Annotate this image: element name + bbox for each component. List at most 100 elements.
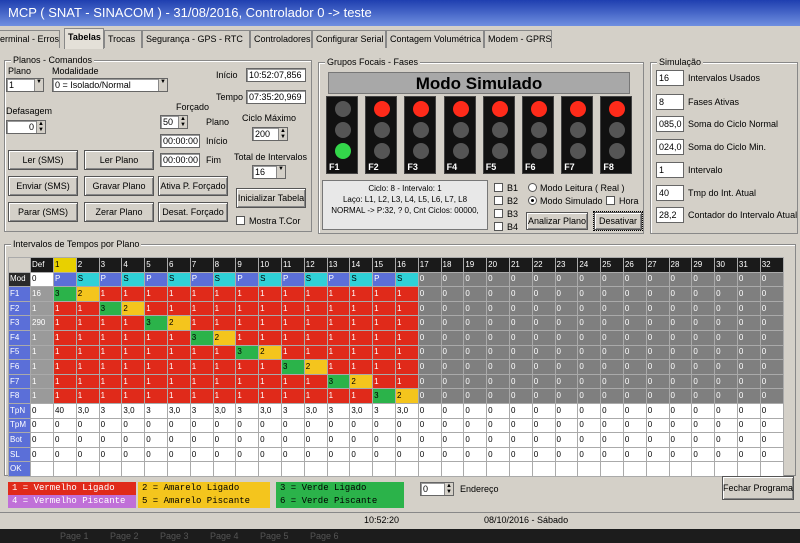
table-cell[interactable]: 0	[303, 432, 328, 448]
table-cell[interactable]: 1	[280, 344, 305, 361]
table-cell[interactable]: 0	[600, 286, 624, 302]
table-cell[interactable]: 0	[759, 446, 784, 463]
table-cell[interactable]: 0	[714, 432, 738, 448]
table-cell[interactable]: 3,0	[303, 402, 328, 419]
table-cell[interactable]: 0	[691, 388, 716, 404]
table-cell[interactable]: 0	[691, 300, 716, 317]
table-cell[interactable]: 0	[622, 388, 647, 404]
table-cell[interactable]: 0	[645, 271, 670, 288]
table-cell[interactable]: 3,0	[258, 402, 282, 419]
table-cell[interactable]: 1	[98, 388, 123, 404]
table-cell[interactable]	[440, 461, 465, 477]
table-cell[interactable]: S	[303, 271, 328, 288]
defasagem-stepper[interactable]: 0 ▲ ▼	[6, 120, 46, 134]
table-cell[interactable]: 1	[144, 373, 168, 390]
table-cell[interactable]: 0	[714, 300, 738, 317]
table-cell[interactable]: 0	[577, 432, 602, 448]
table-cell[interactable]: 0	[600, 344, 624, 361]
table-cell[interactable]: 0	[417, 344, 442, 361]
table-cell[interactable]	[121, 461, 146, 477]
table-cell[interactable]: 0	[531, 432, 556, 448]
page-tab-3[interactable]: Page 3	[160, 531, 189, 541]
page-tab-6[interactable]: Page 6	[310, 531, 339, 541]
table-cell[interactable]: 0	[75, 446, 100, 463]
table-cell[interactable]: 1	[258, 373, 282, 390]
table-row-label[interactable]: Bot	[8, 432, 31, 448]
page-tab-5[interactable]: Page 5	[260, 531, 289, 541]
table-cell[interactable]: 0	[121, 417, 146, 434]
tab-1[interactable]: Tabelas	[64, 28, 104, 49]
total-intervalos-select[interactable]: 16 ▼	[252, 165, 286, 179]
table-cell[interactable]	[166, 461, 191, 477]
table-cell[interactable]: 0	[30, 402, 54, 419]
tempo-field[interactable]: 07:35:20,969	[246, 90, 306, 104]
table-cell[interactable]	[691, 461, 716, 477]
table-cell[interactable]: 0	[30, 271, 54, 288]
table-cell[interactable]: 1	[235, 300, 260, 317]
table-cell[interactable]: 0	[75, 417, 100, 434]
table-cell[interactable]: 0	[372, 432, 396, 448]
table-cell[interactable]: 0	[714, 417, 738, 434]
table-cell[interactable]: 0	[486, 432, 510, 448]
table-cell[interactable]: 0	[759, 329, 784, 346]
table-cell[interactable]: 1	[144, 300, 168, 317]
table-cell[interactable]: 0	[440, 359, 465, 375]
modalidade-select[interactable]: 0 = Isolado/Normal ▼	[52, 78, 168, 92]
table-cell[interactable]: 0	[417, 432, 442, 448]
table-cell[interactable]: 1	[394, 359, 419, 375]
table-cell[interactable]	[326, 461, 351, 477]
table-cell[interactable]: 1	[235, 359, 260, 375]
table-cell[interactable]: 0	[508, 329, 533, 346]
table-cell[interactable]	[30, 461, 54, 477]
table-cell[interactable]: 0	[691, 271, 716, 288]
table-cell[interactable]	[463, 461, 488, 477]
table-cell[interactable]: 0	[508, 417, 533, 434]
table-cell[interactable]: 0	[645, 344, 670, 361]
table-cell[interactable]: 0	[258, 446, 282, 463]
table-cell[interactable]: 1	[372, 286, 396, 302]
table-cell[interactable]: 0	[440, 402, 465, 419]
table-cell[interactable]: 0	[508, 432, 533, 448]
table-cell[interactable]: 3	[189, 402, 214, 419]
table-cell[interactable]: 2	[349, 373, 374, 390]
table-cell[interactable]: 1	[303, 373, 328, 390]
table-cell[interactable]: 0	[577, 286, 602, 302]
table-cell[interactable]	[759, 461, 784, 477]
table-row-label[interactable]: F8	[8, 388, 31, 404]
table-cell[interactable]: 1	[144, 359, 168, 375]
table-cell[interactable]: 0	[258, 432, 282, 448]
table-cell[interactable]: 1	[349, 300, 374, 317]
table-cell[interactable]: 0	[691, 344, 716, 361]
table-cell[interactable]: 1	[121, 286, 146, 302]
table-cell[interactable]: 1	[303, 286, 328, 302]
table-cell[interactable]: 0	[600, 402, 624, 419]
table-cell[interactable]: 0	[531, 300, 556, 317]
table-cell[interactable]: 0	[531, 417, 556, 434]
table-cell[interactable]: 0	[600, 373, 624, 390]
table-cell[interactable]: 0	[577, 359, 602, 375]
table-cell[interactable]: 0	[463, 402, 488, 419]
table-cell[interactable]: 0	[440, 417, 465, 434]
page-tab-2[interactable]: Page 2	[110, 531, 139, 541]
table-cell[interactable]: 2	[394, 388, 419, 404]
tab-6[interactable]: Contagem Volumétrica	[386, 30, 484, 48]
table-cell[interactable]: 1	[30, 344, 54, 361]
table-cell[interactable]: 0	[645, 315, 670, 331]
table-cell[interactable]: 0	[622, 402, 647, 419]
table-cell[interactable]: 0	[440, 300, 465, 317]
table-cell[interactable]: 1	[258, 286, 282, 302]
table-cell[interactable]: 1	[303, 344, 328, 361]
table-cell[interactable]: 0	[486, 315, 510, 331]
table-cell[interactable]: 0	[280, 446, 305, 463]
table-cell[interactable]: 0	[486, 388, 510, 404]
inicializar-tabela-button[interactable]: Inicializar Tabela	[236, 188, 306, 208]
zerar-plano-button[interactable]: Zerar Plano	[84, 202, 154, 222]
table-cell[interactable]: 0	[326, 446, 351, 463]
table-cell[interactable]: 0	[531, 271, 556, 288]
table-cell[interactable]: 1	[121, 329, 146, 346]
table-cell[interactable]	[212, 461, 237, 477]
table-cell[interactable]: 0	[622, 359, 647, 375]
table-cell[interactable]: 0	[554, 373, 579, 390]
table-cell[interactable]: 0	[714, 315, 738, 331]
table-cell[interactable]: 0	[759, 432, 784, 448]
